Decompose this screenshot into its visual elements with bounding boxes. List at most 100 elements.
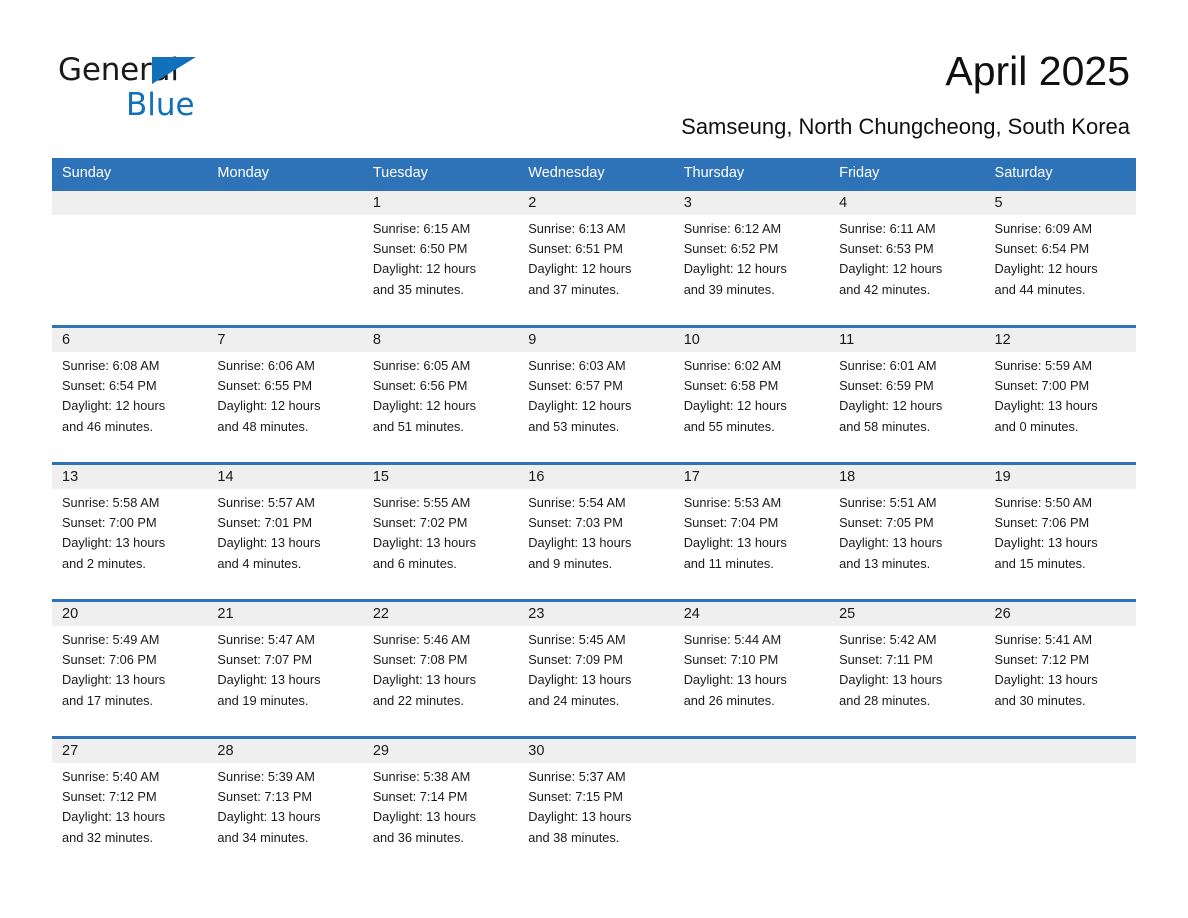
daylight-text-line1: Daylight: 13 hours — [839, 535, 943, 551]
day-cell[interactable]: Sunrise: 6:13 AM Sunset: 6:51 PM Dayligh… — [518, 215, 673, 325]
day-cell[interactable]: Sunrise: 6:08 AM Sunset: 6:54 PM Dayligh… — [52, 352, 207, 462]
day-number[interactable]: 26 — [985, 602, 1140, 626]
weekday-header-sunday: Sunday — [62, 165, 112, 181]
day-cell[interactable]: Sunrise: 6:15 AM Sunset: 6:50 PM Dayligh… — [363, 215, 518, 325]
day-number[interactable]: 4 — [829, 191, 984, 215]
day-cell[interactable]: Sunrise: 5:40 AM Sunset: 7:12 PM Dayligh… — [52, 763, 207, 873]
general-blue-logo[interactable]: General Blue — [58, 52, 358, 124]
day-cell[interactable]: Sunrise: 6:11 AM Sunset: 6:53 PM Dayligh… — [829, 215, 984, 325]
day-cell[interactable]: Sunrise: 6:09 AM Sunset: 6:54 PM Dayligh… — [985, 215, 1140, 325]
daylight-text-line1: Daylight: 13 hours — [528, 809, 632, 825]
sunset-text: Sunset: 6:54 PM — [62, 378, 157, 394]
daylight-text-line1: Daylight: 13 hours — [62, 672, 166, 688]
day-number[interactable]: 10 — [674, 328, 829, 352]
day-cell[interactable] — [985, 763, 1140, 873]
day-number[interactable] — [829, 739, 984, 763]
daylight-text-line2: and 35 minutes. — [372, 281, 464, 297]
day-number[interactable]: 15 — [363, 465, 518, 489]
day-cell[interactable]: Sunrise: 5:44 AM Sunset: 7:10 PM Dayligh… — [674, 626, 829, 736]
sunrise-text: Sunrise: 5:49 AM — [62, 632, 160, 647]
day-cell[interactable]: Sunrise: 5:39 AM Sunset: 7:13 PM Dayligh… — [207, 763, 362, 873]
day-number[interactable] — [985, 739, 1140, 763]
day-number[interactable]: 19 — [985, 465, 1140, 489]
day-cell[interactable]: Sunrise: 5:51 AM Sunset: 7:05 PM Dayligh… — [829, 489, 984, 599]
day-cell[interactable]: Sunrise: 6:03 AM Sunset: 6:57 PM Dayligh… — [518, 352, 673, 462]
day-number[interactable]: 2 — [518, 191, 673, 215]
sunset-text: Sunset: 7:04 PM — [683, 515, 779, 531]
day-cell[interactable] — [674, 763, 829, 873]
day-number[interactable]: 30 — [518, 739, 673, 763]
day-number[interactable]: 18 — [829, 465, 984, 489]
day-cell[interactable] — [829, 763, 984, 873]
day-number[interactable]: 29 — [363, 739, 518, 763]
daylight-text-line2: and 13 minutes. — [839, 555, 931, 571]
daylight-text-line1: Daylight: 12 hours — [839, 398, 943, 414]
day-number[interactable]: 24 — [674, 602, 829, 626]
day-number[interactable]: 7 — [207, 328, 362, 352]
day-cell[interactable]: Sunrise: 5:37 AM Sunset: 7:15 PM Dayligh… — [518, 763, 673, 873]
day-number[interactable]: 11 — [829, 328, 984, 352]
day-number[interactable] — [52, 191, 207, 215]
day-cell[interactable]: Sunrise: 5:57 AM Sunset: 7:01 PM Dayligh… — [207, 489, 362, 599]
day-cell[interactable]: Sunrise: 5:53 AM Sunset: 7:04 PM Dayligh… — [674, 489, 829, 599]
daylight-text-line1: Daylight: 13 hours — [372, 535, 476, 551]
sunrise-text: Sunrise: 5:45 AM — [528, 632, 626, 647]
daylight-text-line1: Daylight: 13 hours — [62, 535, 166, 551]
day-number[interactable]: 8 — [363, 328, 518, 352]
day-cell[interactable]: Sunrise: 6:06 AM Sunset: 6:55 PM Dayligh… — [207, 352, 362, 462]
day-number[interactable] — [207, 191, 362, 215]
sunset-text: Sunset: 6:59 PM — [839, 378, 934, 394]
day-number[interactable]: 17 — [674, 465, 829, 489]
day-cell[interactable] — [207, 215, 362, 325]
day-number[interactable]: 12 — [985, 328, 1140, 352]
daylight-text-line2: and 34 minutes. — [217, 829, 309, 845]
day-number[interactable]: 28 — [207, 739, 362, 763]
day-number[interactable]: 3 — [674, 191, 829, 215]
day-cell[interactable]: Sunrise: 5:55 AM Sunset: 7:02 PM Dayligh… — [363, 489, 518, 599]
calendar-week-row: 6 7 8 9 10 11 12 Sunrise: 6:08 AM Sunset… — [52, 325, 1136, 462]
day-cell[interactable]: Sunrise: 5:45 AM Sunset: 7:09 PM Dayligh… — [518, 626, 673, 736]
daylight-text-line2: and 55 minutes. — [683, 418, 775, 434]
day-number[interactable]: 25 — [829, 602, 984, 626]
page-title: April 2025 — [945, 48, 1130, 94]
location-subtitle: Samseung, North Chungcheong, South Korea — [681, 114, 1130, 139]
day-number[interactable]: 16 — [518, 465, 673, 489]
day-number[interactable]: 21 — [207, 602, 362, 626]
day-cell[interactable]: Sunrise: 5:59 AM Sunset: 7:00 PM Dayligh… — [985, 352, 1140, 462]
day-number[interactable]: 27 — [52, 739, 207, 763]
daylight-text-line2: and 44 minutes. — [994, 281, 1086, 297]
daylight-text-line1: Daylight: 12 hours — [528, 261, 632, 277]
day-cell[interactable]: Sunrise: 5:49 AM Sunset: 7:06 PM Dayligh… — [52, 626, 207, 736]
day-cell[interactable]: Sunrise: 5:54 AM Sunset: 7:03 PM Dayligh… — [518, 489, 673, 599]
day-number[interactable]: 20 — [52, 602, 207, 626]
day-cell[interactable]: Sunrise: 6:05 AM Sunset: 6:56 PM Dayligh… — [363, 352, 518, 462]
day-number[interactable]: 9 — [518, 328, 673, 352]
day-cell[interactable]: Sunrise: 5:58 AM Sunset: 7:00 PM Dayligh… — [52, 489, 207, 599]
day-cell[interactable]: Sunrise: 5:41 AM Sunset: 7:12 PM Dayligh… — [985, 626, 1140, 736]
daylight-text-line2: and 36 minutes. — [372, 829, 464, 845]
day-number[interactable]: 5 — [985, 191, 1140, 215]
sunrise-text: Sunrise: 6:05 AM — [372, 358, 471, 373]
day-detail-band: Sunrise: 5:58 AM Sunset: 7:00 PM Dayligh… — [52, 489, 1136, 599]
day-cell[interactable]: Sunrise: 5:47 AM Sunset: 7:07 PM Dayligh… — [207, 626, 362, 736]
day-cell[interactable]: Sunrise: 5:46 AM Sunset: 7:08 PM Dayligh… — [363, 626, 518, 736]
day-cell[interactable]: Sunrise: 5:42 AM Sunset: 7:11 PM Dayligh… — [829, 626, 984, 736]
day-number[interactable]: 22 — [363, 602, 518, 626]
day-number[interactable]: 1 — [363, 191, 518, 215]
sunset-text: Sunset: 7:15 PM — [528, 789, 623, 805]
day-number[interactable]: 14 — [207, 465, 362, 489]
day-cell[interactable]: Sunrise: 6:01 AM Sunset: 6:59 PM Dayligh… — [829, 352, 984, 462]
day-cell[interactable]: Sunrise: 6:12 AM Sunset: 6:52 PM Dayligh… — [674, 215, 829, 325]
day-cell[interactable]: Sunrise: 5:50 AM Sunset: 7:06 PM Dayligh… — [985, 489, 1140, 599]
day-cell[interactable] — [52, 215, 207, 325]
sunset-text: Sunset: 6:55 PM — [217, 378, 313, 394]
day-number[interactable]: 6 — [52, 328, 207, 352]
day-number[interactable] — [674, 739, 829, 763]
day-detail-band: Sunrise: 5:40 AM Sunset: 7:12 PM Dayligh… — [52, 763, 1136, 873]
daylight-text-line2: and 30 minutes. — [994, 692, 1086, 708]
day-cell[interactable]: Sunrise: 6:02 AM Sunset: 6:58 PM Dayligh… — [674, 352, 829, 462]
day-cell[interactable]: Sunrise: 5:38 AM Sunset: 7:14 PM Dayligh… — [363, 763, 518, 873]
day-number[interactable]: 13 — [52, 465, 207, 489]
logo-line-one: General — [58, 52, 358, 88]
day-number[interactable]: 23 — [518, 602, 673, 626]
